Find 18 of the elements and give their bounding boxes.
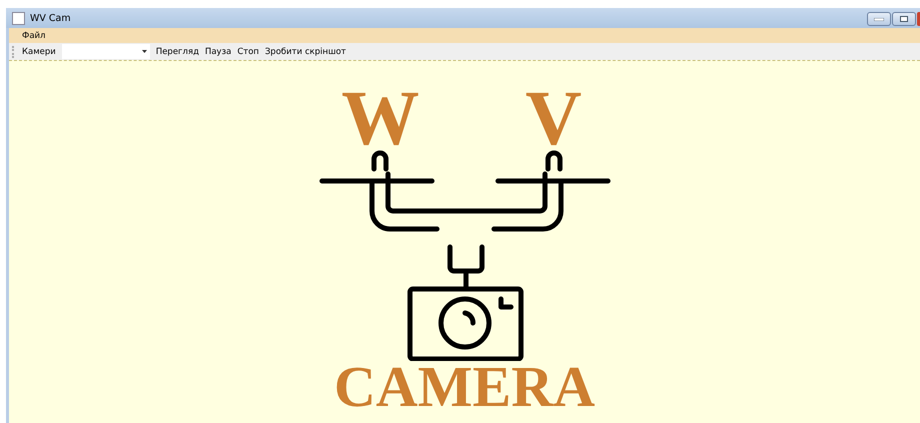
close-button[interactable] — [917, 12, 920, 26]
logo-letter: V — [525, 87, 578, 149]
toolbar-grip[interactable] — [12, 46, 16, 58]
menu-item[interactable]: Файл — [19, 30, 48, 40]
toolbar-button[interactable]: Пауза — [204, 46, 232, 56]
minimize-icon — [874, 18, 884, 20]
toolbar-button[interactable]: Перегляд — [156, 46, 199, 56]
maximize-button[interactable] — [892, 12, 916, 26]
window-title: WV Cam — [30, 12, 71, 24]
logo-wordmark: CAMERA — [334, 359, 595, 415]
toolbar-button[interactable]: Зробити скріншот — [264, 46, 346, 56]
maximize-icon — [900, 16, 908, 22]
caret-icon — [142, 50, 147, 53]
toolbar-button[interactable]: Стоп — [237, 46, 259, 56]
toolbar-label: Камери — [22, 46, 56, 56]
app-icon — [12, 12, 25, 24]
logo-letter: W — [341, 87, 416, 149]
minimize-button[interactable] — [867, 12, 891, 26]
